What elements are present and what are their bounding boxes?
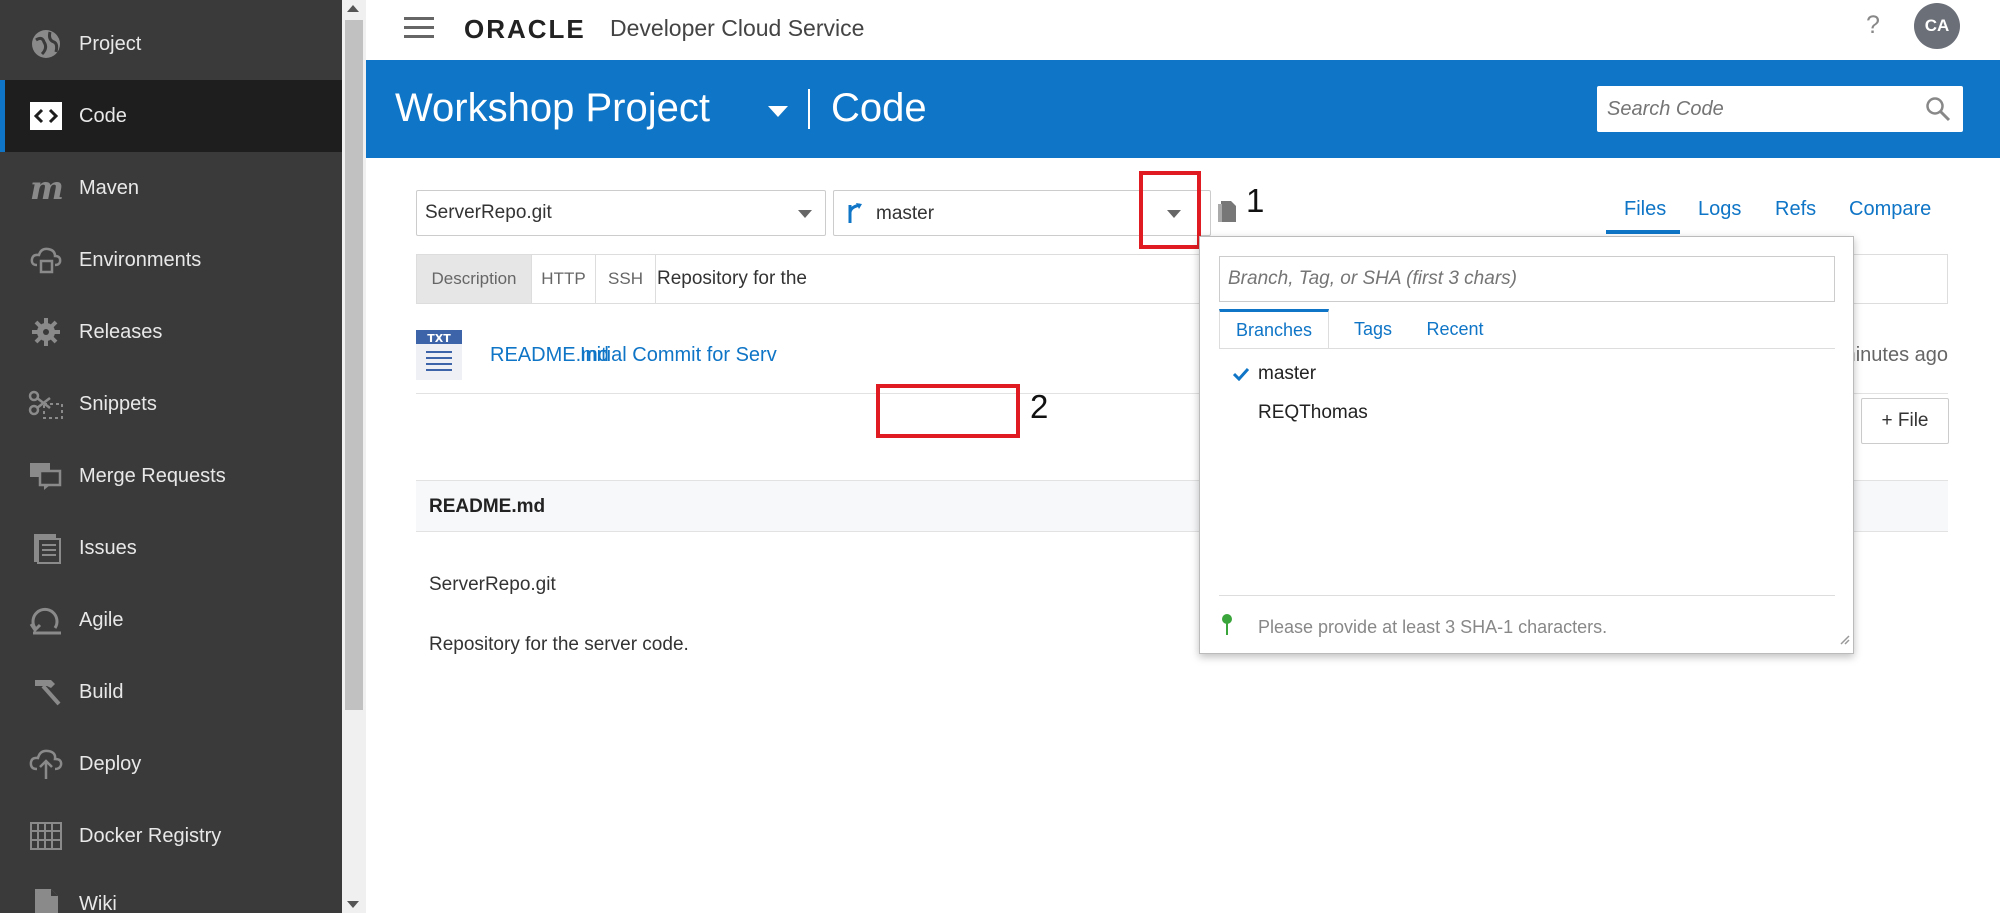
sidebar-item-label: Docker Registry: [79, 824, 222, 847]
code-icon: [28, 98, 64, 134]
oracle-logo: ORACLE: [464, 14, 586, 44]
tab-compare[interactable]: Compare: [1849, 198, 1931, 221]
search-icon[interactable]: [1925, 96, 1951, 127]
sidebar-item-label: Build: [79, 680, 124, 703]
sidebar-item-label: Snippets: [79, 392, 157, 415]
product-name: Developer Cloud Service: [610, 15, 865, 41]
sidebar-item-label: Issues: [79, 536, 137, 559]
sidebar-item-label: Releases: [79, 320, 163, 343]
repository-select-value: ServerRepo.git: [425, 202, 552, 223]
agile-icon: [28, 602, 64, 638]
popup-divider: [1219, 595, 1835, 596]
sidebar-item-label: Project: [79, 32, 142, 55]
branch-search-input[interactable]: [1219, 256, 1835, 302]
cloud-upload-icon: [28, 746, 64, 782]
sidebar-item-releases[interactable]: Releases: [0, 296, 342, 368]
branch-select-value: master: [876, 203, 935, 224]
resize-grip-icon[interactable]: [1838, 632, 1850, 650]
sidebar-item-maven[interactable]: m Maven: [0, 152, 342, 224]
pin-icon: [1220, 613, 1234, 642]
sidebar-item-environments[interactable]: Environments: [0, 224, 342, 296]
sidebar-item-label: Maven: [79, 176, 140, 199]
search-box: [1597, 86, 1963, 132]
globe-icon: [28, 26, 64, 62]
annotation-box-2: [876, 384, 1020, 438]
scrollbar-thumb[interactable]: [345, 20, 363, 710]
repository-description: Repository for the: [657, 268, 807, 289]
tab-recent[interactable]: Recent: [1420, 309, 1490, 349]
wiki-icon: [28, 886, 64, 913]
repository-select[interactable]: ServerRepo.git: [416, 190, 826, 236]
file-type-badge: TXT: [427, 332, 451, 345]
tab-files[interactable]: Files: [1624, 198, 1666, 221]
annotation-number-1: 1: [1246, 182, 1265, 219]
user-avatar[interactable]: CA: [1914, 3, 1960, 49]
sidebar-item-label: Deploy: [79, 752, 142, 775]
maven-icon: m: [28, 170, 64, 206]
sidebar-item-label: Merge Requests: [79, 464, 226, 487]
sidebar-item-label: Agile: [79, 608, 124, 631]
main-content: ServerRepo.git master 1 Files Logs Refs …: [366, 158, 2000, 913]
tab-logs[interactable]: Logs: [1698, 198, 1741, 221]
project-title[interactable]: Workshop Project: [395, 86, 710, 131]
tab-description[interactable]: Description: [417, 255, 532, 303]
hamburger-menu-icon[interactable]: [404, 17, 434, 39]
sidebar-item-project[interactable]: Project: [0, 8, 342, 80]
page-header: Workshop Project Code: [366, 60, 2000, 158]
sidebar: Project Code m Maven Environments Releas…: [0, 0, 342, 913]
sidebar-item-snippets[interactable]: Snippets: [0, 368, 342, 440]
commit-message-link[interactable]: Initial Commit for Serv: [580, 344, 777, 367]
svg-text:m: m: [30, 173, 63, 203]
search-code-input[interactable]: [1597, 86, 1917, 132]
branch-option-reqthomas[interactable]: REQThomas: [1258, 402, 1368, 424]
tab-tags[interactable]: Tags: [1343, 309, 1403, 349]
tab-branches[interactable]: Branches: [1219, 309, 1329, 349]
project-dropdown-caret-icon[interactable]: [768, 106, 788, 117]
sidebar-item-issues[interactable]: Issues: [0, 512, 342, 584]
help-icon[interactable]: ?: [1866, 11, 1880, 40]
header-divider: [808, 89, 810, 129]
sidebar-item-wiki[interactable]: Wiki: [0, 868, 342, 913]
active-tab-indicator: [1606, 230, 1680, 234]
readme-heading-text: ServerRepo.git: [429, 574, 556, 595]
readme-title: README.md: [429, 496, 546, 517]
releases-gear-icon: [28, 314, 64, 350]
annotation-box-1: [1139, 171, 1201, 249]
sidebar-item-label: Environments: [79, 248, 202, 271]
chevron-down-icon: [798, 210, 812, 218]
tab-divider: [1219, 348, 1835, 349]
popup-hint-text: Please provide at least 3 SHA-1 characte…: [1258, 617, 1608, 637]
sidebar-scrollbar[interactable]: [342, 0, 366, 913]
sidebar-item-build[interactable]: Build: [0, 656, 342, 728]
checkmark-icon: [1232, 367, 1250, 386]
sidebar-item-agile[interactable]: Agile: [0, 584, 342, 656]
scissors-icon: [28, 386, 64, 422]
section-title: Code: [831, 86, 927, 130]
tab-http[interactable]: HTTP: [532, 255, 596, 303]
copy-document-icon[interactable]: [1216, 198, 1238, 229]
top-bar: ORACLE Developer Cloud Service ? CA: [366, 0, 2000, 60]
tab-ssh[interactable]: SSH: [596, 255, 656, 303]
sidebar-item-docker-registry[interactable]: Docker Registry: [0, 800, 342, 872]
branch-picker-popup: Branches Tags Recent master REQThomas Pl…: [1199, 236, 1854, 654]
merge-requests-icon: [28, 458, 64, 494]
sidebar-item-label: Code: [79, 104, 127, 127]
sidebar-item-deploy[interactable]: Deploy: [0, 728, 342, 800]
sidebar-item-merge-requests[interactable]: Merge Requests: [0, 440, 342, 512]
text-file-icon: TXT: [416, 330, 462, 380]
scroll-down-arrow-icon[interactable]: [347, 901, 359, 908]
add-file-button[interactable]: + File: [1861, 398, 1949, 444]
scroll-up-arrow-icon[interactable]: [347, 5, 359, 12]
sidebar-item-label: Wiki: [79, 892, 117, 913]
branch-option-master[interactable]: master: [1258, 363, 1316, 385]
sidebar-item-code[interactable]: Code: [0, 80, 342, 152]
cloud-environment-icon: [28, 242, 64, 278]
docker-registry-icon: [28, 818, 64, 854]
tab-refs[interactable]: Refs: [1775, 198, 1816, 221]
git-branch-icon: [844, 201, 866, 231]
annotation-number-2: 2: [1030, 388, 1049, 425]
issues-icon: [28, 530, 64, 566]
hammer-icon: [28, 674, 64, 710]
readme-body-text: Repository for the server code.: [429, 634, 689, 655]
